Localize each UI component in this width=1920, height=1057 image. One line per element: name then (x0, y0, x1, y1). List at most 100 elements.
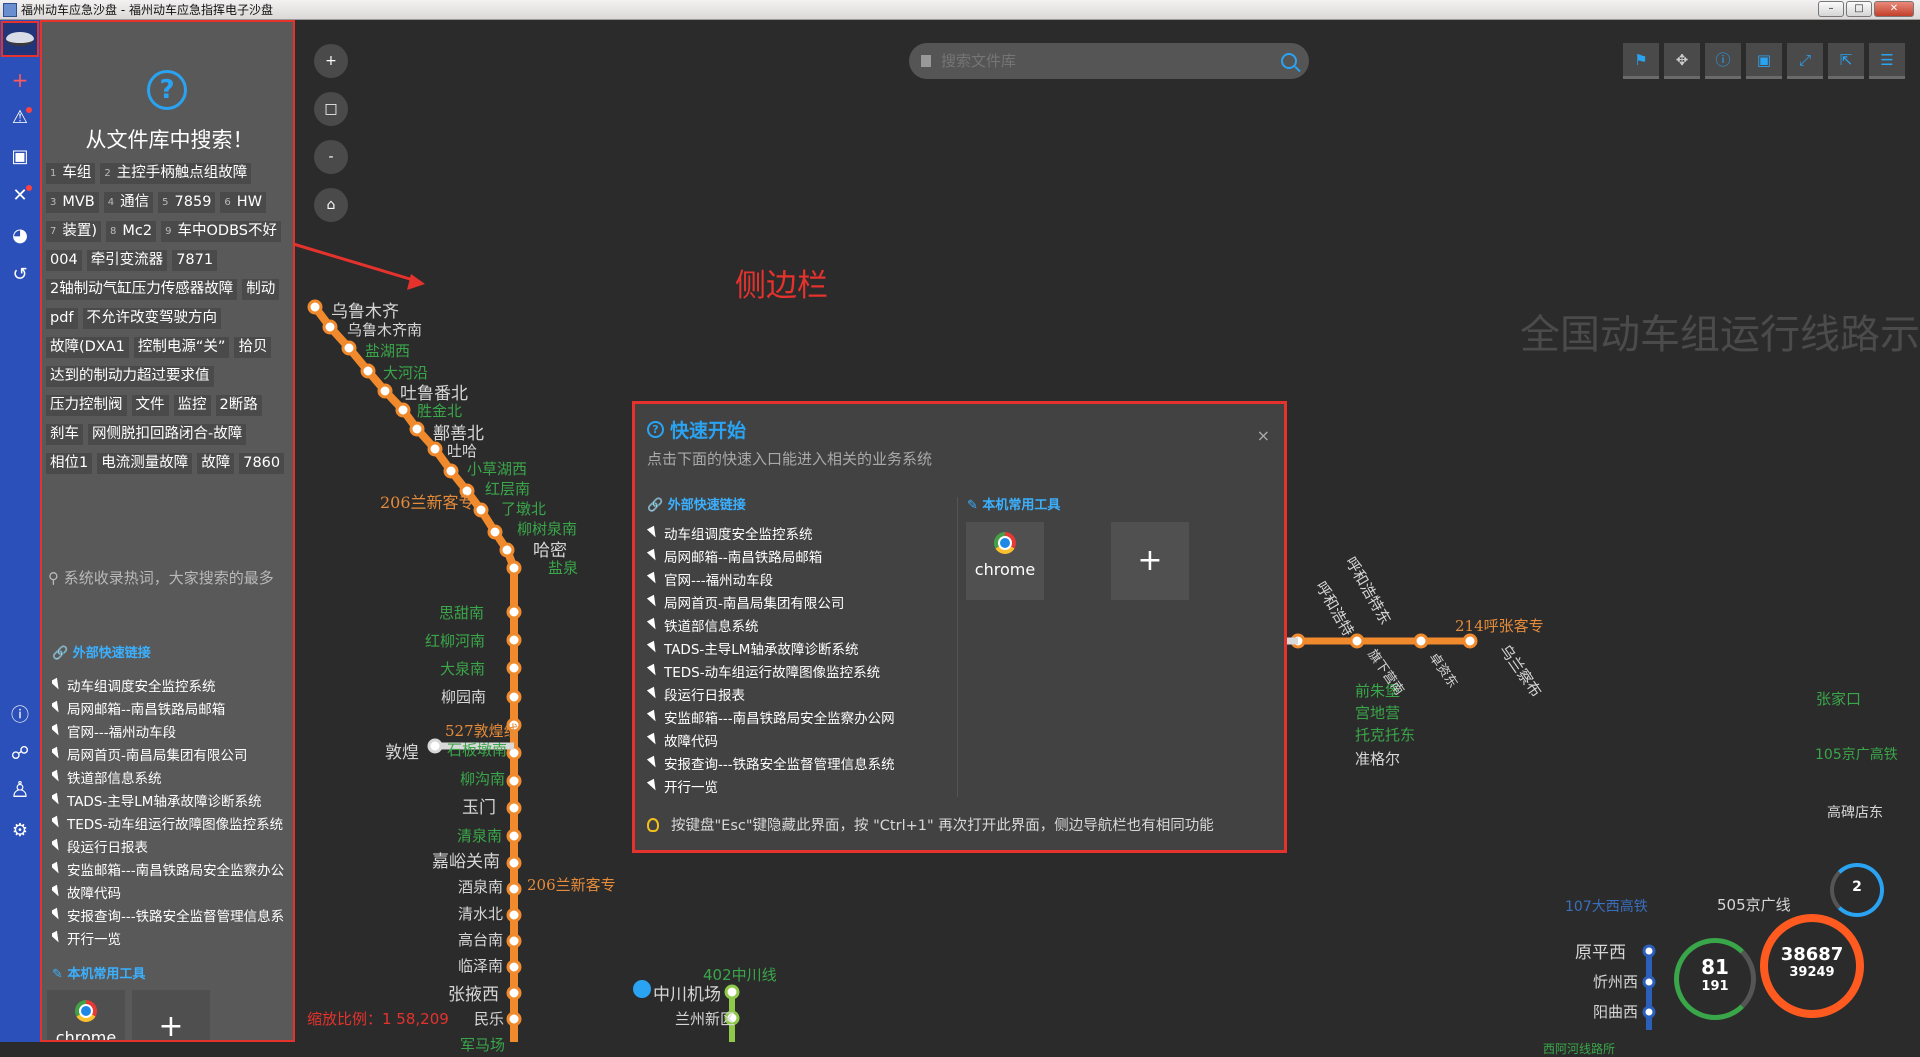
quick-link[interactable]: 开行一览 (646, 774, 949, 797)
quick-link[interactable]: 故障代码 (646, 728, 949, 751)
quick-link[interactable]: 铁道部信息系统 (646, 613, 949, 636)
info-icon[interactable]: ⓘ (0, 702, 40, 730)
quick-link[interactable]: 段运行日报表 (646, 682, 949, 705)
hot-tag[interactable]: 2轴制动气缸压力传感器故障 (46, 279, 238, 300)
hot-tag[interactable]: 不允许改变驾驶方向 (82, 308, 222, 329)
hot-tag[interactable]: 拾贝 (234, 337, 272, 358)
add-tool-button[interactable]: + (132, 990, 210, 1040)
cursor-icon (52, 769, 63, 784)
zoom-in-button[interactable]: + (314, 44, 348, 78)
zoom-out-button[interactable]: - (314, 140, 348, 174)
close-window-button[interactable]: ✕ (1874, 1, 1914, 17)
quick-link[interactable]: 开行一览 (52, 926, 293, 949)
hot-tag[interactable]: 文件 (131, 395, 169, 416)
hot-tag[interactable]: 6 HW (220, 192, 267, 213)
tools-icon[interactable]: ✕ (0, 182, 40, 210)
quick-link[interactable]: 局网首页-南昌局集团有限公司 (52, 742, 293, 765)
station-label: 嘉峪关南 (432, 852, 500, 872)
quick-link-label: TEDS-动车组运行故障图像监控系统 (67, 816, 284, 833)
hot-tag[interactable]: 4 通信 (103, 192, 154, 213)
chrome-tool-card[interactable]: chrome (47, 990, 125, 1040)
pan-icon[interactable]: ✥ (1664, 43, 1700, 79)
fullscreen-icon[interactable]: ⤢ (1787, 43, 1823, 79)
quick-link[interactable]: 动车组调度安全监控系统 (646, 521, 949, 544)
quick-link[interactable]: 局网邮箱--南昌铁路局邮箱 (52, 696, 293, 719)
hot-tag[interactable]: 电流测量故障 (97, 453, 193, 474)
chrome-icon (75, 1000, 97, 1022)
cursor-icon (52, 723, 63, 738)
gauge-small: 2 (1830, 863, 1884, 917)
quick-link[interactable]: 动车组调度安全监控系统 (52, 673, 293, 696)
flag-icon[interactable]: ⚑ (1623, 43, 1659, 79)
zoom-box-button[interactable]: □ (314, 92, 348, 126)
modal-close-button[interactable]: × (1257, 426, 1270, 445)
external-link-icon[interactable]: ⇱ (1828, 43, 1864, 79)
train-icon[interactable]: ▣ (0, 143, 40, 171)
quick-link[interactable]: 安报查询---铁路安全监督管理信息系统 (646, 751, 949, 774)
modal-add-tool-button[interactable]: + (1111, 522, 1189, 600)
quick-link-label: 开行一览 (67, 931, 121, 948)
hot-tag[interactable]: 网侧脱扣回路闭合-故障 (88, 424, 247, 445)
modal-subtitle: 点击下面的快速入口能进入相关的业务系统 (647, 450, 933, 468)
quick-link[interactable]: 安监邮箱---南昌铁路局安全监察办公 (52, 857, 293, 880)
hot-tag[interactable]: 压力控制阀 (46, 395, 127, 416)
hot-tag[interactable]: 控制电源“关” (133, 337, 230, 358)
quick-link[interactable]: 铁道部信息系统 (52, 765, 293, 788)
minimize-button[interactable]: – (1818, 1, 1844, 17)
hot-tag-label: 文件 (135, 397, 165, 413)
hot-tag[interactable]: 9 车中ODBS不好 (161, 221, 281, 242)
hot-tag[interactable]: 相位1 (46, 453, 93, 474)
hot-tag[interactable]: 2断路 (215, 395, 262, 416)
quick-link[interactable]: 官网---福州动车段 (52, 719, 293, 742)
quick-link[interactable]: 官网---福州动车段 (646, 567, 949, 590)
quick-link[interactable]: TADS-主导LM轴承故障诊断系统 (646, 636, 949, 659)
quick-link[interactable]: 安监邮箱---南昌铁路局安全监察办公网 (646, 705, 949, 728)
quick-link[interactable]: 段运行日报表 (52, 834, 293, 857)
sliders-icon[interactable]: ☰ (1869, 43, 1905, 79)
modal-chrome-tool[interactable]: chrome (966, 522, 1044, 600)
hot-tag[interactable]: 5 7859 (158, 192, 216, 213)
add-icon[interactable]: + (0, 66, 40, 94)
line-label: 107大西高铁 (1565, 899, 1648, 915)
hot-tag[interactable]: 1 车组 (46, 163, 96, 184)
quick-link[interactable]: TEDS-动车组运行故障图像监控系统 (52, 811, 293, 834)
info-circle-icon[interactable]: ⓘ (1705, 43, 1741, 79)
quick-link[interactable]: TADS-主导LM轴承故障诊断系统 (52, 788, 293, 811)
quick-link[interactable]: 故障代码 (52, 880, 293, 903)
home-button[interactable]: ⌂ (314, 188, 348, 222)
hot-tag[interactable]: 刹车 (46, 424, 83, 445)
hot-tag[interactable]: 制动 (242, 279, 280, 300)
hot-tag[interactable]: 7 装置) (46, 221, 102, 242)
quick-link[interactable]: 局网邮箱--南昌铁路局邮箱 (646, 544, 949, 567)
hot-tag[interactable]: 8 Mc2 (106, 221, 157, 242)
cursor-icon (52, 838, 63, 853)
hot-tag[interactable]: 牵引变流器 (86, 250, 168, 271)
search-icon[interactable] (1281, 53, 1297, 69)
user-icon[interactable]: ♙ (0, 777, 40, 805)
hot-tag-label: 车组 (62, 165, 92, 181)
hot-tag[interactable]: 监控 (173, 395, 211, 416)
group-icon[interactable]: ☍ (0, 740, 40, 768)
hot-tag[interactable]: pdf (46, 308, 78, 329)
history-icon[interactable]: ↺ (0, 261, 40, 289)
sidebar-annotation-label: 侧边栏 (735, 268, 828, 304)
hot-tag[interactable]: 004 (46, 250, 82, 271)
quick-link[interactable]: 局网首页-南昌局集团有限公司 (646, 590, 949, 613)
hot-tag[interactable]: 故障 (197, 453, 235, 474)
hot-tag[interactable]: 2 主控手柄触点组故障 (100, 163, 252, 184)
train-logo-icon[interactable] (1, 21, 39, 57)
quick-link-label: 局网邮箱--南昌铁路局邮箱 (67, 701, 226, 718)
hot-tag[interactable]: 7860 (239, 453, 285, 474)
hot-tag[interactable]: 3 MVB (46, 192, 99, 213)
settings-gear-icon[interactable]: ⚙ (0, 817, 40, 845)
quick-link[interactable]: 安报查询---铁路安全监督管理信息系 (52, 903, 293, 926)
pie-chart-icon[interactable]: ◕ (0, 222, 40, 250)
maximize-button[interactable]: □ (1846, 1, 1872, 17)
alert-icon[interactable]: ⚠ (0, 104, 40, 132)
train-front-icon[interactable]: ▣ (1746, 43, 1782, 79)
hot-tag[interactable]: 7871 (172, 250, 218, 271)
file-search-input[interactable] (941, 52, 1281, 70)
quick-link[interactable]: TEDS-动车组运行故障图像监控系统 (646, 659, 949, 682)
hot-tag[interactable]: 达到的制动力超过要求值 (46, 366, 214, 387)
hot-tag[interactable]: 故障(DXA1 (46, 337, 129, 358)
